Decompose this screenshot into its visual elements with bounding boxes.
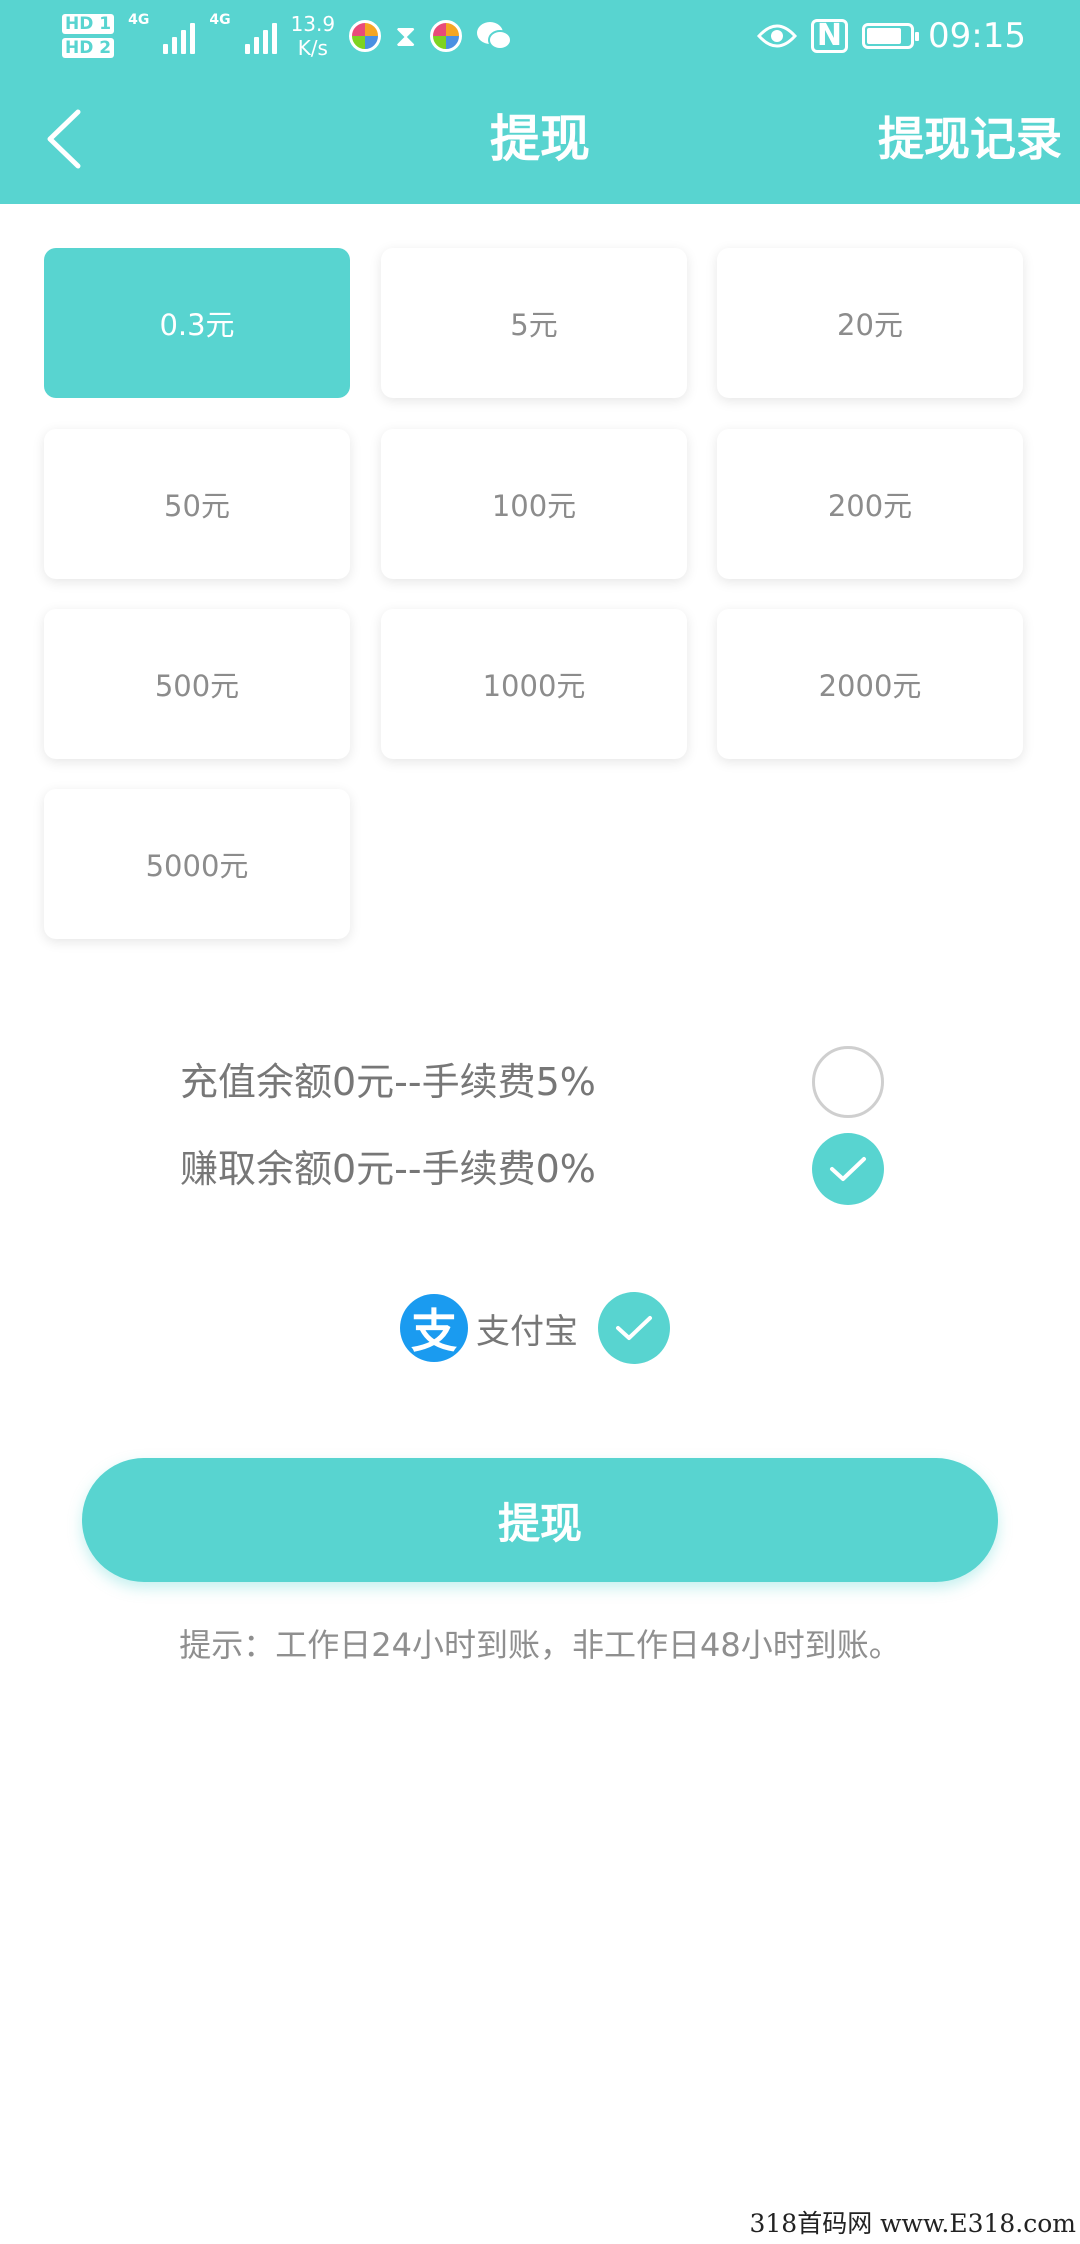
amount-option[interactable]: 50元	[44, 429, 350, 579]
status-left: HD 1 HD 2 4G 4G 13.9 K/s ⧗	[62, 6, 513, 66]
app-header: HD 1 HD 2 4G 4G 13.9 K/s ⧗ N 09:15 提现 提现…	[0, 0, 1080, 204]
radio-unchecked-icon[interactable]	[812, 1046, 884, 1118]
nfc-icon: N	[810, 19, 849, 53]
payment-label: 支付宝	[476, 1311, 578, 1352]
radio-checked-icon[interactable]	[812, 1133, 884, 1205]
checkmark-icon	[616, 1316, 652, 1340]
amount-option[interactable]: 2000元	[717, 609, 1023, 759]
network-speed: 13.9 K/s	[291, 12, 336, 60]
amount-option[interactable]: 500元	[44, 609, 350, 759]
wechat-icon	[477, 22, 513, 50]
withdraw-button[interactable]: 提现	[82, 1458, 998, 1582]
signal-icon	[163, 18, 196, 54]
balance-label: 充值余额0元--手续费5%	[180, 1060, 596, 1104]
speed-unit: K/s	[297, 36, 328, 60]
battery-icon	[862, 23, 920, 49]
hint-text: 提示：工作日24小时到账，非工作日48小时到账。	[179, 1626, 901, 1664]
amount-option[interactable]: 5元	[381, 248, 687, 398]
app-icon	[430, 20, 463, 52]
amount-option[interactable]: 200元	[717, 429, 1023, 579]
payment-checked-icon[interactable]	[598, 1292, 670, 1364]
watermark: 318首码网 www.E318.com	[749, 2209, 1076, 2238]
payment-method-alipay[interactable]: 支 支付宝	[400, 1292, 670, 1364]
amount-option[interactable]: 20元	[717, 248, 1023, 398]
hd1-label: HD 1	[62, 14, 115, 34]
status-bar: HD 1 HD 2 4G 4G 13.9 K/s ⧗ N 09:15	[0, 0, 1080, 72]
amount-option[interactable]: 1000元	[381, 609, 687, 759]
hd-icon: HD 1 HD 2	[62, 14, 115, 58]
balance-label: 赚取余额0元--手续费0%	[180, 1147, 596, 1191]
app-icon	[349, 20, 382, 52]
signal-icon	[244, 18, 277, 54]
clock: 09:15	[928, 16, 1026, 56]
hourglass-icon: ⧗	[395, 18, 417, 54]
amount-option[interactable]: 0.3元	[44, 248, 350, 398]
withdraw-history-link[interactable]: 提现记录	[878, 104, 1062, 174]
eye-icon	[756, 24, 797, 48]
speed-value: 13.9	[290, 12, 336, 36]
checkmark-icon	[830, 1157, 866, 1181]
balance-option-earned[interactable]: 赚取余额0元--手续费0%	[0, 1129, 1080, 1209]
alipay-icon: 支	[400, 1294, 468, 1362]
network-type-1: 4G	[128, 12, 150, 28]
network-type-2: 4G	[209, 12, 231, 28]
balance-option-recharge[interactable]: 充值余额0元--手续费5%	[0, 1042, 1080, 1122]
amount-option[interactable]: 5000元	[44, 789, 350, 939]
status-right: N 09:15	[756, 12, 1026, 60]
amount-option[interactable]: 100元	[381, 429, 687, 579]
hd2-label: HD 2	[62, 38, 115, 58]
